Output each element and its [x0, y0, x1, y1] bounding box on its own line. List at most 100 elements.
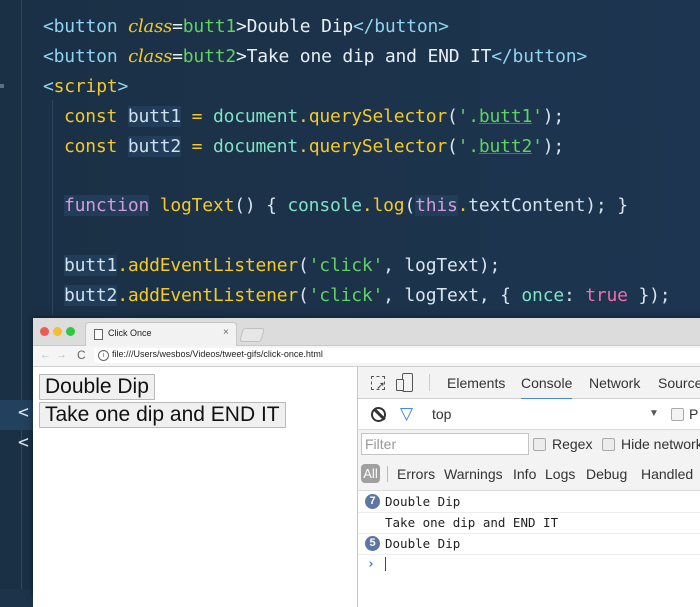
close-window-button[interactable]	[40, 327, 49, 336]
console-toolbar: ▽ top ▼ P	[358, 399, 700, 430]
method: querySelector	[308, 106, 447, 127]
code-fragment: <	[18, 432, 29, 453]
string-quote: '.	[457, 136, 479, 157]
info-icon[interactable]: i	[98, 350, 109, 361]
code-line-4: const butt1 = document.querySelector('.b…	[64, 102, 564, 132]
paren: (	[298, 285, 309, 306]
console-message: 5 Double Dip	[358, 533, 700, 555]
punctuation: });	[627, 285, 671, 306]
level-all[interactable]: All	[361, 464, 380, 483]
level-handled[interactable]: Handled	[641, 466, 693, 482]
console-message: Take one dip and END IT	[358, 512, 700, 534]
console-prompt[interactable]: ›	[358, 554, 700, 575]
level-info[interactable]: Info	[513, 466, 536, 482]
clear-console-icon[interactable]	[371, 407, 386, 422]
identifier: butt2	[127, 136, 182, 157]
tag-close: >	[235, 16, 247, 37]
tag-close: >	[235, 46, 247, 67]
console-filter-bar: Filter Regex Hide network All Errors War…	[358, 430, 700, 491]
tag-close: >	[117, 76, 129, 97]
url-input[interactable]: i file:///Users/wesbos/Videos/tweet-gifs…	[94, 348, 700, 363]
tag-text: Double Dip	[246, 16, 354, 37]
double-dip-button[interactable]: Double Dip	[39, 374, 155, 400]
property: textContent	[468, 195, 586, 216]
boolean: true	[585, 285, 628, 306]
title-bar: Click Once ×	[33, 318, 700, 346]
property: once	[521, 285, 564, 306]
code-fragment: <	[18, 402, 29, 423]
paren: (	[404, 195, 416, 216]
tab-title: Click Once	[108, 328, 152, 338]
repeat-count-badge: 7	[365, 494, 380, 509]
back-arrow-icon[interactable]: ←	[40, 349, 51, 361]
string-quote: '	[532, 106, 543, 127]
attr-eq: =	[172, 46, 183, 67]
paren-end: );	[542, 106, 564, 127]
punctuation: ); }	[585, 195, 628, 216]
tab-sources[interactable]: Sources	[658, 375, 700, 391]
document-icon	[94, 329, 103, 340]
text-cursor	[385, 557, 386, 571]
object: console	[287, 195, 362, 216]
message-text: Take one dip and END IT	[385, 515, 559, 530]
filter-icon[interactable]: ▽	[400, 404, 413, 424]
level-debug[interactable]: Debug	[586, 466, 627, 482]
level-logs[interactable]: Logs	[545, 466, 575, 482]
string-arg: butt1	[478, 106, 533, 127]
regex-checkbox[interactable]	[533, 438, 546, 451]
forward-arrow-icon[interactable]: →	[56, 349, 67, 361]
tag-open: <button	[43, 16, 129, 37]
page-viewport: Double Dip Take one dip and END IT	[33, 367, 357, 607]
minimize-window-button[interactable]	[53, 327, 62, 336]
new-tab-button[interactable]	[239, 328, 265, 342]
tag-name: script	[53, 76, 118, 97]
identifier: butt1	[64, 255, 118, 276]
code-line-1: <button class=butt1>Double Dip</button>	[43, 12, 449, 42]
browser-window: Click Once × ← → C i file:///Users/wesbo…	[33, 318, 700, 607]
keyword: function	[64, 195, 150, 216]
browser-tab[interactable]: Click Once ×	[85, 322, 237, 346]
address-bar: ← → C i file:///Users/wesbos/Videos/twee…	[33, 346, 700, 367]
take-one-dip-button[interactable]: Take one dip and END IT	[39, 402, 286, 428]
context-selector[interactable]: top	[432, 406, 451, 422]
dot: .	[457, 195, 469, 216]
tab-console[interactable]: Console	[521, 375, 573, 400]
attr-value: butt2	[182, 46, 236, 67]
level-warnings[interactable]: Warnings	[444, 466, 503, 482]
string: 'click'	[308, 285, 384, 306]
tab-close-icon[interactable]: ×	[223, 327, 229, 338]
code-line-3: <script>	[43, 72, 128, 102]
gutter-marker	[0, 84, 4, 88]
punctuation: () {	[234, 195, 288, 216]
cursor-arrow-icon: ➚	[376, 380, 386, 392]
tab-elements[interactable]: Elements	[447, 375, 505, 391]
tab-network[interactable]: Network	[589, 375, 640, 391]
code-line-5: const butt2 = document.querySelector('.b…	[64, 132, 564, 162]
method: querySelector	[308, 136, 447, 157]
hide-network-label: Hide network	[621, 436, 700, 452]
operator: =	[191, 106, 203, 127]
message-text: Double Dip	[385, 536, 461, 551]
level-errors[interactable]: Errors	[397, 466, 435, 482]
reload-icon[interactable]: C	[77, 348, 86, 362]
dropdown-arrow-icon[interactable]: ▼	[649, 408, 659, 419]
devtools-panel: ➚ Elements Console Network Sources ▽ top…	[357, 367, 700, 607]
preserve-log-checkbox[interactable]	[671, 408, 684, 421]
dot: .	[298, 136, 309, 157]
dot: .	[117, 285, 128, 306]
maximize-window-button[interactable]	[66, 327, 75, 336]
method: addEventListener	[127, 285, 299, 306]
tag-open: <button	[43, 46, 129, 67]
dot: .	[117, 255, 128, 276]
keyword: const	[64, 106, 118, 127]
code-line-2: <button class=butt2>Take one dip and END…	[43, 42, 587, 72]
string-arg: butt2	[478, 136, 533, 157]
punctuation: , logText);	[383, 255, 501, 276]
attr-name: class	[128, 46, 173, 67]
operator: =	[191, 136, 203, 157]
hide-network-checkbox[interactable]	[602, 438, 615, 451]
dot: .	[298, 106, 309, 127]
filter-input[interactable]: Filter	[361, 433, 529, 455]
preserve-log-label: P	[689, 406, 699, 422]
identifier: butt2	[64, 285, 118, 306]
